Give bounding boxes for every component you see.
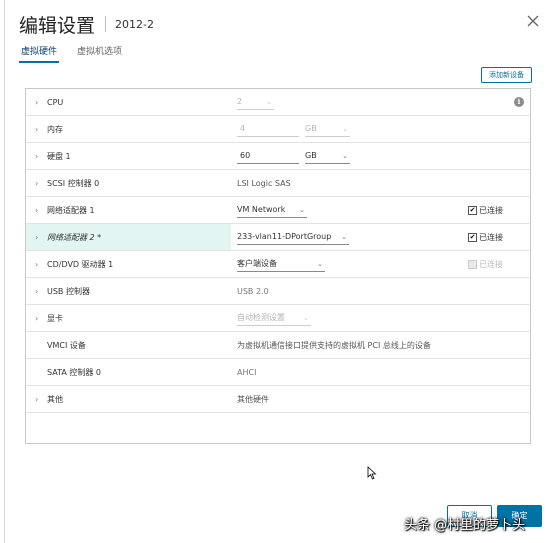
chevron-down-icon: ⌄ — [342, 151, 348, 160]
memory-input: 4 — [237, 122, 299, 137]
cpu-value: 2 — [237, 97, 243, 106]
video-value: 自动检测设置 — [237, 313, 285, 322]
usb-value: USB 2.0 — [237, 286, 269, 296]
edit-settings-dialog: 编辑设置 2012-2 虚拟硬件 虚拟机选项 添加新设备 › CPU 2 ⌄ i — [4, 0, 554, 543]
hw-label-nic2: 网络适配器 2 * — [47, 232, 102, 242]
hw-row-vmci: › VMCI 设备 为虚拟机通信接口提供支持的虚拟机 PCI 总线上的设备 — [26, 332, 530, 359]
chevron-right-icon[interactable]: › — [35, 260, 45, 269]
vmci-value: 为虚拟机通信接口提供支持的虚拟机 PCI 总线上的设备 — [237, 340, 431, 350]
nic2-connected-checkbox[interactable]: ✔ — [468, 232, 477, 242]
chevron-down-icon: ⌄ — [317, 259, 323, 268]
chevron-right-icon[interactable]: › — [35, 206, 45, 215]
hw-label-usb: USB 控制器 — [47, 286, 90, 296]
nic1-network-value: VM Network — [237, 205, 286, 214]
hw-row-sata: › SATA 控制器 0 AHCI — [26, 359, 530, 386]
hw-row-video: › 显卡 自动检测设置 ⌄ — [26, 305, 530, 332]
watermark: 头条 @村里的萝卜头 — [404, 517, 526, 533]
hw-label-sata: SATA 控制器 0 — [47, 367, 101, 377]
vm-name: 2012-2 — [115, 17, 154, 31]
hw-row-memory: › 内存 4 GB ⌄ — [26, 116, 530, 143]
memory-unit: GB — [305, 124, 317, 133]
chevron-right-icon[interactable]: › — [35, 152, 45, 161]
close-icon[interactable] — [526, 14, 540, 28]
disk-unit-select[interactable]: GB ⌄ — [305, 149, 350, 164]
hw-row-disk: › 硬盘 1 60 GB ⌄ — [26, 143, 530, 170]
chevron-right-icon[interactable]: › — [35, 287, 45, 296]
video-select: 自动检测设置 ⌄ — [237, 311, 311, 326]
hw-row-scsi: › SCSI 控制器 0 LSI Logic SAS — [26, 170, 530, 197]
chevron-down-icon: ⌄ — [303, 313, 309, 322]
chevron-down-icon: ⌄ — [341, 232, 347, 241]
hw-label-cpu: CPU — [47, 97, 64, 107]
cddvd-source-select[interactable]: 客户端设备 ⌄ — [237, 257, 325, 272]
tab-bar: 虚拟硬件 虚拟机选项 — [19, 44, 140, 63]
tab-virtual-hardware[interactable]: 虚拟硬件 — [19, 44, 60, 63]
chevron-right-icon[interactable]: › — [35, 233, 45, 242]
scsi-value: LSI Logic SAS — [237, 178, 291, 188]
hw-label-nic1: 网络适配器 1 — [47, 205, 95, 215]
disk-size-input[interactable]: 60 — [237, 149, 299, 164]
hw-row-nic2: › 网络适配器 2 * 233-vlan11-DPortGroup ⌄ ✔ 已连… — [26, 224, 530, 251]
hw-row-cddvd: › CD/DVD 驱动器 1 客户端设备 ⌄ 已连接 — [26, 251, 530, 278]
cpu-select: 2 ⌄ — [237, 95, 274, 110]
chevron-right-icon[interactable]: › — [35, 314, 45, 323]
nic2-network-value: 233-vlan11-DPortGroup — [237, 232, 332, 241]
chevron-right-icon[interactable]: › — [35, 179, 45, 188]
virtual-hardware-list: › CPU 2 ⌄ i › 内存 4 GB ⌄ › 硬盘 1 60 GB ⌄ ›… — [25, 88, 531, 444]
cddvd-connected-label: 已连接 — [479, 259, 503, 269]
hw-row-usb: › USB 控制器 USB 2.0 — [26, 278, 530, 305]
info-icon[interactable]: i — [514, 97, 524, 107]
cddvd-connected-checkbox — [468, 259, 477, 269]
sata-value: AHCI — [237, 367, 257, 377]
hw-label-memory: 内存 — [47, 124, 63, 134]
memory-unit-select: GB ⌄ — [305, 122, 350, 137]
hw-label-disk: 硬盘 1 — [47, 151, 71, 161]
hw-row-nic1: › 网络适配器 1 VM Network ⌄ ✔ 已连接 — [26, 197, 530, 224]
nic2-connected-label: 已连接 — [479, 232, 503, 242]
hw-label-video: 显卡 — [47, 313, 63, 323]
title-divider — [105, 16, 107, 32]
tab-vm-options[interactable]: 虚拟机选项 — [75, 44, 124, 63]
chevron-right-icon[interactable]: › — [35, 395, 45, 404]
hw-label-vmci: VMCI 设备 — [47, 340, 86, 350]
nic2-network-select[interactable]: 233-vlan11-DPortGroup ⌄ — [237, 230, 349, 245]
nic1-connected-label: 已连接 — [479, 205, 503, 215]
dialog-header: 编辑设置 2012-2 — [19, 12, 154, 37]
disk-unit: GB — [305, 151, 317, 160]
hw-label-cddvd: CD/DVD 驱动器 1 — [47, 259, 114, 269]
cddvd-source-value: 客户端设备 — [237, 259, 277, 268]
hw-label-other: 其他 — [47, 394, 63, 404]
other-value: 其他硬件 — [237, 394, 269, 404]
chevron-right-icon[interactable]: › — [35, 125, 45, 134]
hw-row-cpu: › CPU 2 ⌄ i — [26, 89, 530, 116]
hw-list-empty-space — [26, 413, 530, 443]
nic1-network-select[interactable]: VM Network ⌄ — [237, 203, 307, 218]
dialog-title: 编辑设置 — [19, 14, 96, 37]
mouse-pointer-icon — [367, 466, 377, 480]
hw-row-other: › 其他 其他硬件 — [26, 386, 530, 413]
add-new-device-button[interactable]: 添加新设备 — [481, 67, 532, 83]
chevron-down-icon: ⌄ — [299, 205, 305, 214]
chevron-right-icon[interactable]: › — [35, 98, 45, 107]
chevron-down-icon: ⌄ — [266, 97, 272, 106]
chevron-down-icon: ⌄ — [342, 124, 348, 133]
nic1-connected-checkbox[interactable]: ✔ — [468, 205, 477, 215]
hw-label-scsi: SCSI 控制器 0 — [47, 178, 100, 188]
